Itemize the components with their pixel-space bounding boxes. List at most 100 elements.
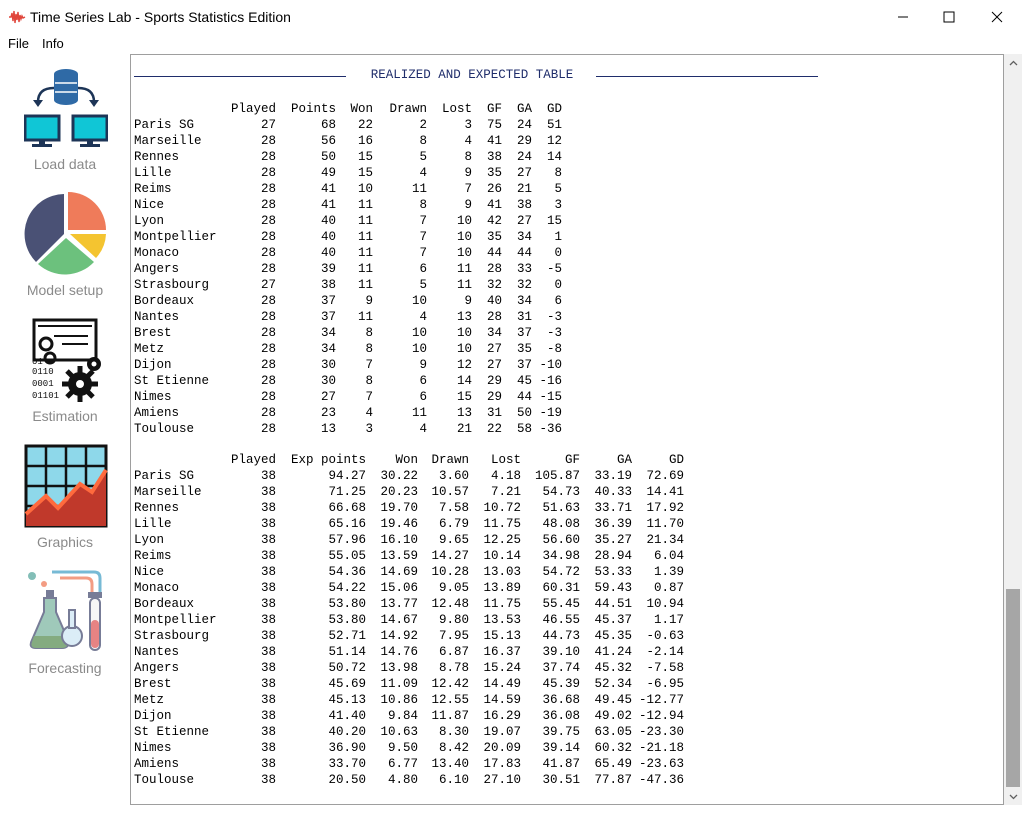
table-header-row: Played Points Won Drawn Lost GF GA GD xyxy=(134,101,562,117)
vertical-scrollbar[interactable] xyxy=(1004,54,1022,805)
stat-cell: 6 xyxy=(419,390,427,404)
stat-cell: 34 xyxy=(320,326,336,340)
team-name-cell: Paris SG xyxy=(134,118,195,132)
table-row: Bordeaux 28 37 9 10 9 40 34 6 xyxy=(134,293,562,309)
stat-cell: 49.02 xyxy=(594,709,632,723)
stat-cell: 15 xyxy=(357,150,373,164)
stat-cell: 38 xyxy=(260,565,276,579)
team-name-cell: Toulouse xyxy=(134,422,195,436)
stat-cell: 38 xyxy=(260,757,276,771)
table-row: Nice 38 54.36 14.69 10.28 13.03 54.72 53.33 1.39 xyxy=(134,564,684,580)
stat-cell: 38 xyxy=(260,773,276,787)
stat-cell: 21.34 xyxy=(646,533,684,547)
stat-cell: 8 xyxy=(419,198,427,212)
stat-cell: 27 xyxy=(516,214,532,228)
stat-cell: 13.77 xyxy=(380,597,418,611)
table-row: Montpellier 38 53.80 14.67 9.80 13.53 46.55 45.… xyxy=(134,612,684,628)
stat-cell: 30.22 xyxy=(380,469,418,483)
stat-cell: -2.14 xyxy=(646,645,684,659)
stat-cell: 53.33 xyxy=(594,565,632,579)
stat-cell: 8 xyxy=(464,150,472,164)
team-name-cell: Marseille xyxy=(134,134,202,148)
menu-info[interactable]: Info xyxy=(42,36,64,51)
stat-cell: 45 xyxy=(516,374,532,388)
stat-cell: 31 xyxy=(516,310,532,324)
team-name-cell: Amiens xyxy=(134,406,180,420)
stat-cell: 45.37 xyxy=(594,613,632,627)
table-row: Angers 28 39 11 6 11 28 33 -5 xyxy=(134,261,562,277)
stat-cell: 41 xyxy=(320,182,336,196)
table-row: Nimes 28 27 7 6 15 29 44 -15 xyxy=(134,389,562,405)
stat-cell: 105.87 xyxy=(534,469,580,483)
stat-cell: 28 xyxy=(260,198,276,212)
stat-cell: 11 xyxy=(357,262,373,276)
stat-cell: 56 xyxy=(320,134,336,148)
stat-cell: 40 xyxy=(486,294,502,308)
stat-cell: 10.94 xyxy=(646,597,684,611)
table-row: Strasbourg 38 52.71 14.92 7.95 15.13 44.73 45.3… xyxy=(134,628,684,644)
stat-cell: 31 xyxy=(486,406,502,420)
sidebar-item-label: Load data xyxy=(33,156,97,172)
sidebar-item-graphics[interactable]: Graphics xyxy=(0,444,130,564)
scroll-down-button[interactable] xyxy=(1004,788,1022,805)
table-row: Lyon 38 57.96 16.10 9.65 12.25 56.60 35.27 21.34 xyxy=(134,532,684,548)
team-name-cell: Strasbourg xyxy=(134,629,210,643)
stat-cell: 8 xyxy=(365,326,373,340)
team-name-cell: Nantes xyxy=(134,645,180,659)
table-row: Metz 28 34 8 10 10 27 35 -8 xyxy=(134,341,562,357)
menu-file[interactable]: File xyxy=(8,36,29,51)
col-header-gd: GD xyxy=(546,102,562,116)
stat-cell: 52.34 xyxy=(594,677,632,691)
maximize-button[interactable] xyxy=(926,0,972,33)
stat-cell: 10.14 xyxy=(483,549,521,563)
stat-cell: -16 xyxy=(539,374,562,388)
sidebar-item-estimation[interactable]: 01 0110 0001 01101 Estimation xyxy=(0,318,130,438)
stat-cell: 28 xyxy=(260,390,276,404)
stat-cell: -7.58 xyxy=(646,661,684,675)
team-name-cell: Marseille xyxy=(134,485,202,499)
stat-cell: 40 xyxy=(320,214,336,228)
stat-cell: 27 xyxy=(516,166,532,180)
stat-cell: 7.95 xyxy=(438,629,469,643)
scroll-up-button[interactable] xyxy=(1004,54,1022,71)
sidebar-item-model-setup[interactable]: Model setup xyxy=(0,192,130,312)
stat-cell: 14.27 xyxy=(431,549,469,563)
stat-cell: 12 xyxy=(546,134,562,148)
realized-table: Played Points Won Drawn Lost GF GA GD Pa… xyxy=(134,101,562,437)
stat-cell: 3 xyxy=(464,118,472,132)
sidebar-item-forecasting[interactable]: Forecasting xyxy=(0,570,130,690)
stat-cell: -12.94 xyxy=(638,709,684,723)
stat-cell: 28 xyxy=(260,214,276,228)
stat-cell: 35.27 xyxy=(594,533,632,547)
stat-cell: 9 xyxy=(365,294,373,308)
scroll-thumb[interactable] xyxy=(1006,589,1020,787)
team-name-cell: Reims xyxy=(134,549,172,563)
stat-cell: 14.76 xyxy=(380,645,418,659)
close-button[interactable] xyxy=(974,0,1020,33)
stat-cell: 28 xyxy=(260,230,276,244)
minimize-button[interactable] xyxy=(880,0,926,33)
stat-cell: 59.43 xyxy=(594,581,632,595)
table-row: Dijon 38 41.40 9.84 11.87 16.29 36.08 49.02 -12.… xyxy=(134,708,684,724)
team-name-cell: Montpellier xyxy=(134,613,217,627)
stat-cell: 1.39 xyxy=(653,565,684,579)
stat-cell: 27 xyxy=(320,390,336,404)
team-name-cell: Lyon xyxy=(134,214,165,228)
sidebar-item-load-data[interactable]: Load data xyxy=(0,66,130,186)
stat-cell: 52.71 xyxy=(328,629,366,643)
stat-cell: 10 xyxy=(456,230,472,244)
stat-cell: 11 xyxy=(357,246,373,260)
stat-cell: 16 xyxy=(357,134,373,148)
stat-cell: 9.80 xyxy=(438,613,469,627)
stat-cell: 10.28 xyxy=(431,565,469,579)
stat-cell: 10 xyxy=(456,246,472,260)
stat-cell: 5 xyxy=(554,182,562,196)
stat-cell: 34 xyxy=(486,326,502,340)
table-row: Toulouse 28 13 3 4 21 22 58 -36 xyxy=(134,421,562,437)
stat-cell: 13.89 xyxy=(483,581,521,595)
stat-cell: 66.68 xyxy=(328,501,366,515)
stat-cell: 12.25 xyxy=(483,533,521,547)
stat-cell: 37 xyxy=(320,294,336,308)
stat-cell: 65.49 xyxy=(594,757,632,771)
stat-cell: 6 xyxy=(554,294,562,308)
